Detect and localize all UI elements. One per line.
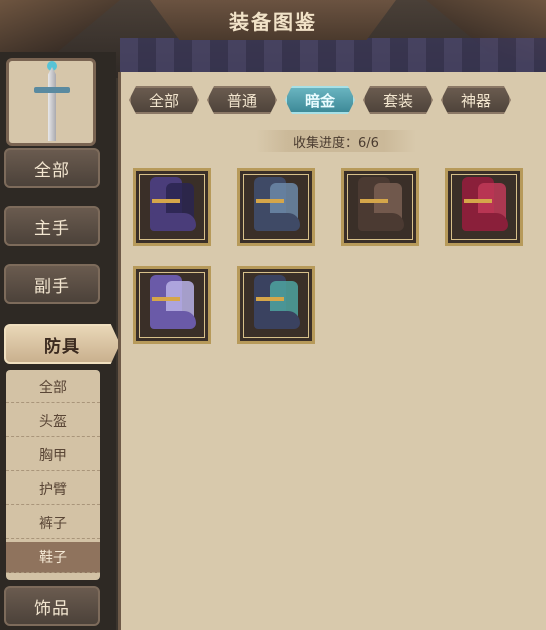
item-card[interactable] <box>237 266 315 344</box>
category-label: 防具 <box>44 336 80 357</box>
subcategory-label: 鞋子 <box>39 550 67 566</box>
item-card[interactable] <box>341 168 419 246</box>
banner-ornament-left <box>0 0 120 60</box>
boot-part <box>464 199 492 203</box>
category-sidebar: 全部 主手 副手 防具 全部 头盔 胸甲 护臂 裤子 鞋子 饰品 <box>0 52 120 630</box>
crimson-boots-icon <box>458 177 512 239</box>
boot-part <box>256 199 284 203</box>
subcategory-all[interactable]: 全部 <box>6 372 100 403</box>
category-label: 全部 <box>34 160 70 181</box>
item-card[interactable] <box>445 168 523 246</box>
category-label: 饰品 <box>34 598 70 619</box>
item-card[interactable] <box>237 168 315 246</box>
subcategory-helmet[interactable]: 头盔 <box>6 406 100 437</box>
progress-label: 收集进度：6/6 <box>293 135 379 151</box>
subcategory-shoes[interactable]: 鞋子 <box>6 542 100 573</box>
category-label: 主手 <box>34 218 70 239</box>
subcategory-chest[interactable]: 胸甲 <box>6 440 100 471</box>
category-accessories[interactable]: 饰品 <box>4 586 100 626</box>
collection-panel: 全部 普通 暗金 套装 神器 收集进度：6/6 <box>118 72 546 630</box>
tab-normal[interactable]: 普通 <box>207 86 277 114</box>
category-label: 副手 <box>34 276 70 297</box>
boot-part <box>150 311 196 329</box>
tab-label: 全部 <box>148 91 179 110</box>
tab-label: 普通 <box>226 91 257 110</box>
sword-icon <box>6 58 96 146</box>
item-card[interactable] <box>133 168 211 246</box>
slate-runed-boots-icon <box>250 275 304 337</box>
boot-part <box>152 297 180 301</box>
subcategory-label: 胸甲 <box>39 448 67 464</box>
boot-part <box>256 297 284 301</box>
category-all[interactable]: 全部 <box>4 148 100 188</box>
steel-blue-boots-icon <box>250 177 304 239</box>
tab-set[interactable]: 套装 <box>363 86 433 114</box>
category-off-hand[interactable]: 副手 <box>4 264 100 304</box>
category-main-hand[interactable]: 主手 <box>4 206 100 246</box>
boot-part <box>150 213 196 231</box>
subcategory-label: 全部 <box>39 380 67 396</box>
tab-label: 暗金 <box>304 91 335 110</box>
boot-part <box>462 213 508 231</box>
sword-hilt <box>34 87 70 93</box>
tab-all[interactable]: 全部 <box>129 86 199 114</box>
subcategory-pants[interactable]: 裤子 <box>6 508 100 539</box>
subcategory-label: 护臂 <box>39 482 67 498</box>
item-card[interactable] <box>133 266 211 344</box>
tab-dark-gold[interactable]: 暗金 <box>285 86 355 114</box>
tab-label: 套装 <box>382 91 413 110</box>
leather-brown-boots-icon <box>354 177 408 239</box>
boot-part <box>152 199 180 203</box>
armor-subcategory-panel: 全部 头盔 胸甲 护臂 裤子 鞋子 <box>6 370 100 580</box>
title-plate: 装备图鉴 <box>150 0 396 40</box>
subcategory-label: 头盔 <box>39 414 67 430</box>
page-title: 装备图鉴 <box>229 9 317 34</box>
boot-part <box>360 199 388 203</box>
spiked-dark-boots-icon <box>146 177 200 239</box>
violet-armored-boots-icon <box>146 275 200 337</box>
rarity-tabs: 全部 普通 暗金 套装 神器 <box>129 86 511 118</box>
stained-glass-band <box>120 38 546 72</box>
boot-part <box>254 311 300 329</box>
boot-part <box>358 213 404 231</box>
subcategory-label: 裤子 <box>39 516 67 532</box>
subcategory-bracers[interactable]: 护臂 <box>6 474 100 505</box>
boot-part <box>254 213 300 231</box>
collection-progress: 收集进度：6/6 <box>256 130 416 152</box>
category-armor[interactable]: 防具 <box>4 324 120 364</box>
sword-blade <box>48 67 56 141</box>
tab-artifact[interactable]: 神器 <box>441 86 511 114</box>
tab-label: 神器 <box>460 91 491 110</box>
